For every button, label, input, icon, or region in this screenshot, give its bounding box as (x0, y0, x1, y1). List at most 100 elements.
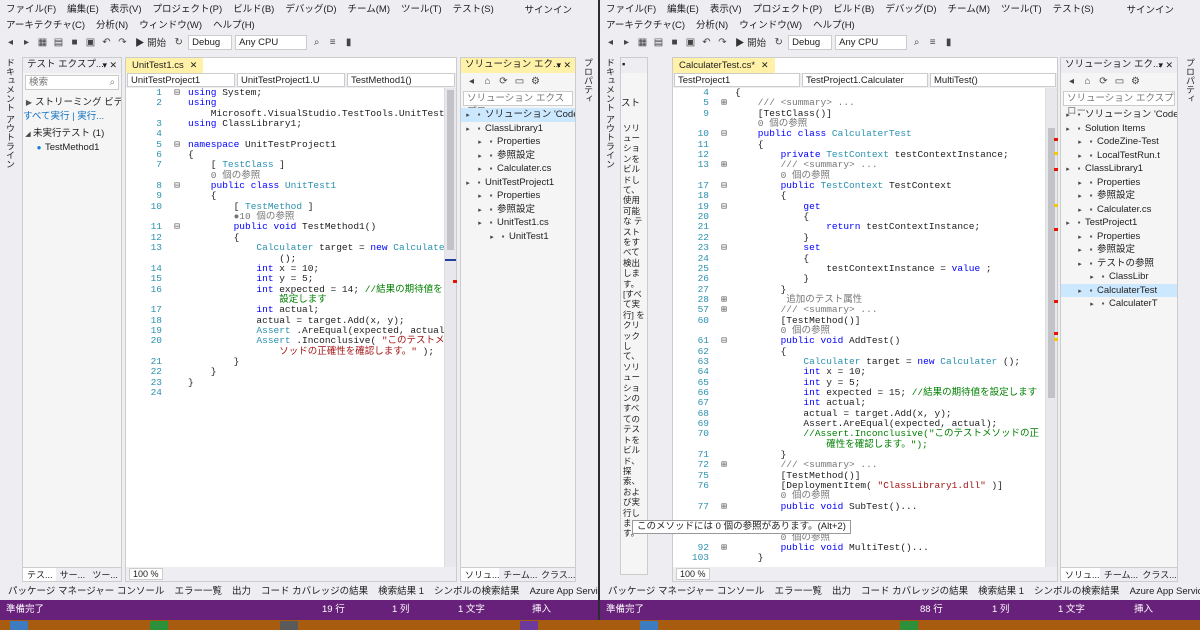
solution-tree-item[interactable]: ▸ ▪ Properties (1061, 230, 1177, 244)
run-link[interactable]: 実行... (77, 111, 104, 122)
test-search-input[interactable]: 検索 ⌕ (25, 75, 119, 90)
output-tab[interactable]: 検索結果 1 (978, 584, 1024, 599)
find-icon[interactable]: ⌕ (310, 37, 323, 48)
close-icon[interactable]: ✕ (761, 60, 769, 70)
expand-icon[interactable]: ▸ (1075, 190, 1085, 203)
outline-toggle[interactable]: ⊞ (713, 97, 735, 108)
expand-icon[interactable]: ▸ (1087, 271, 1097, 284)
nav-dropdown[interactable]: TestProject1.Calculater (802, 73, 928, 87)
panel-tab[interactable]: クラス... (1138, 568, 1177, 581)
solution-tree-item[interactable]: ▸ ▪ ClassLibrary1 (461, 122, 575, 136)
solution-tree-item[interactable]: ▸ ▪ UnitTestProject1 (461, 176, 575, 190)
output-tab[interactable]: Azure App Service Activity (1130, 584, 1200, 599)
save-icon[interactable]: ■ (68, 37, 81, 48)
zoom-select[interactable]: 100 % (129, 568, 163, 580)
output-tab[interactable]: 検索結果 1 (378, 584, 424, 599)
refresh-icon[interactable]: ↻ (772, 37, 785, 48)
menu-item[interactable]: 編集(E) (67, 1, 99, 15)
code-editor[interactable]: UnitTest1.cs ✕ UnitTestProject1 UnitTestPr… (125, 57, 457, 582)
comment-icon[interactable]: ≡ (326, 37, 339, 48)
menu-item[interactable]: ファイル(F) (606, 1, 656, 15)
menu-item[interactable]: ビルド(B) (233, 1, 274, 15)
output-tab[interactable]: エラー一覧 (174, 584, 222, 599)
panel-tab[interactable]: ツー... (88, 568, 121, 581)
menu-item[interactable]: チーム(M) (348, 1, 390, 15)
test-group[interactable]: ◢ 未実行テスト (1) (23, 127, 121, 141)
outline-toggle[interactable]: ⊞ (713, 304, 735, 315)
app-icon[interactable] (150, 621, 168, 630)
expand-icon[interactable]: ▸ (1063, 109, 1073, 122)
nav-dropdown[interactable]: UnitTestProject1 (127, 73, 235, 87)
expand-icon[interactable]: ▸ (1075, 136, 1085, 149)
search-icon[interactable]: ⌕ (110, 76, 115, 89)
menu-item[interactable]: ヘルプ(H) (213, 17, 255, 31)
expand-icon[interactable]: ▸ (487, 231, 497, 244)
expand-icon[interactable]: ▸ (475, 163, 485, 176)
solution-tree-item[interactable]: ▸ ▪ 参照設定 (461, 149, 575, 163)
expand-icon[interactable]: ▸ (475, 190, 485, 203)
document-outline-tab[interactable]: ドキュメント アウトライン (0, 52, 20, 575)
expand-icon[interactable]: ▸ (1087, 298, 1097, 311)
menu-item[interactable]: 分析(N) (696, 17, 728, 31)
save-icon[interactable]: ■ (668, 37, 681, 48)
menu-item[interactable]: プロジェクト(P) (752, 1, 822, 15)
menu-item[interactable]: テスト(S) (453, 1, 494, 15)
menu-item[interactable]: 表示(V) (110, 1, 142, 15)
menu-item[interactable]: テスト(S) (1053, 1, 1094, 15)
outline-toggle[interactable]: ⊟ (713, 335, 735, 346)
code-editor[interactable]: CalculaterTest.cs* ✕ TestProject1 TestProj… (672, 57, 1058, 582)
output-tab[interactable]: Azure App Service Activity (530, 584, 598, 599)
menu-item[interactable]: 表示(V) (710, 1, 742, 15)
streaming-video-link[interactable]: ▶ ストリーミング ビデ (23, 96, 121, 110)
solution-tree-item[interactable]: ▸ ▪ Properties (1061, 176, 1177, 190)
forward-icon[interactable]: ▸ (620, 37, 633, 48)
editor-tab[interactable]: CalculaterTest.cs* ✕ (673, 58, 775, 73)
back-icon[interactable]: ◂ (465, 76, 478, 87)
panel-tab[interactable]: サー... (56, 568, 89, 581)
outline-toggle[interactable]: ⊟ (166, 139, 188, 150)
test-item[interactable]: ● TestMethod1 (23, 141, 121, 155)
undo-icon[interactable]: ↶ (700, 37, 713, 48)
outline-toggle[interactable]: ⊞ (713, 542, 735, 553)
back-icon[interactable]: ◂ (1065, 76, 1078, 87)
forward-icon[interactable]: ▸ (20, 37, 33, 48)
pin-icon[interactable]: ▾ ✕ (556, 58, 571, 72)
undo-icon[interactable]: ↶ (100, 37, 113, 48)
expand-icon[interactable]: ▸ (1075, 244, 1085, 257)
outline-toggle[interactable]: ⊟ (713, 201, 735, 212)
output-tab[interactable]: コード カバレッジの結果 (261, 584, 368, 599)
expand-icon[interactable]: ◢ (23, 128, 33, 141)
refresh-icon[interactable]: ↻ (172, 37, 185, 48)
nav-dropdown[interactable]: TestMethod1() (347, 73, 455, 87)
output-tab[interactable]: コード カバレッジの結果 (861, 584, 968, 599)
new-project-icon[interactable]: ▦ (36, 37, 49, 48)
menu-item[interactable]: アーキテクチャ(C) (6, 17, 85, 31)
expand-icon[interactable]: ▸ (1075, 204, 1085, 217)
home-icon[interactable]: ⌂ (481, 76, 494, 87)
properties-tab[interactable]: プロパティ (1180, 52, 1200, 575)
solution-tree-item[interactable]: ▸ ▪ CalculaterTest (1061, 283, 1177, 297)
menu-item[interactable]: プロジェクト(P) (152, 1, 222, 15)
settings-icon[interactable]: ⚙ (1129, 76, 1142, 87)
outline-toggle[interactable]: ⊟ (713, 180, 735, 191)
expand-icon[interactable]: ▸ (1075, 177, 1085, 190)
solution-tree-item[interactable]: ▸ ▪ TestProject1 (1061, 216, 1177, 230)
expand-icon[interactable]: ▸ (463, 123, 473, 136)
solution-search-input[interactable]: ソリューション エクスプロー (463, 91, 573, 117)
solution-tree-item[interactable]: ▸ ▪ Calculater.cs (1061, 203, 1177, 217)
solution-tree-item[interactable]: ▸ ▪ CodeZine-Test (1061, 135, 1177, 149)
platform-select[interactable]: Any CPU (235, 34, 308, 50)
menu-item[interactable]: デバッグ(D) (285, 1, 336, 15)
platform-select[interactable]: Any CPU (835, 34, 908, 50)
properties-tab[interactable]: プロパティ (578, 52, 598, 575)
output-tab[interactable]: エラー一覧 (774, 584, 822, 599)
nav-dropdown[interactable]: MultiTest() (930, 73, 1056, 87)
output-tab[interactable]: 出力 (232, 584, 251, 599)
panel-tab[interactable]: チーム... (1100, 568, 1139, 581)
solution-tree-item[interactable]: ▸ ▪ テストの参照 (1061, 257, 1177, 271)
scroll-thumb[interactable] (447, 90, 454, 250)
start-icon[interactable] (10, 621, 28, 630)
expand-icon[interactable]: ▸ (1063, 163, 1073, 176)
signin-link[interactable]: サインイン (1126, 2, 1174, 16)
editor-tab[interactable]: UnitTest1.cs ✕ (126, 58, 204, 73)
